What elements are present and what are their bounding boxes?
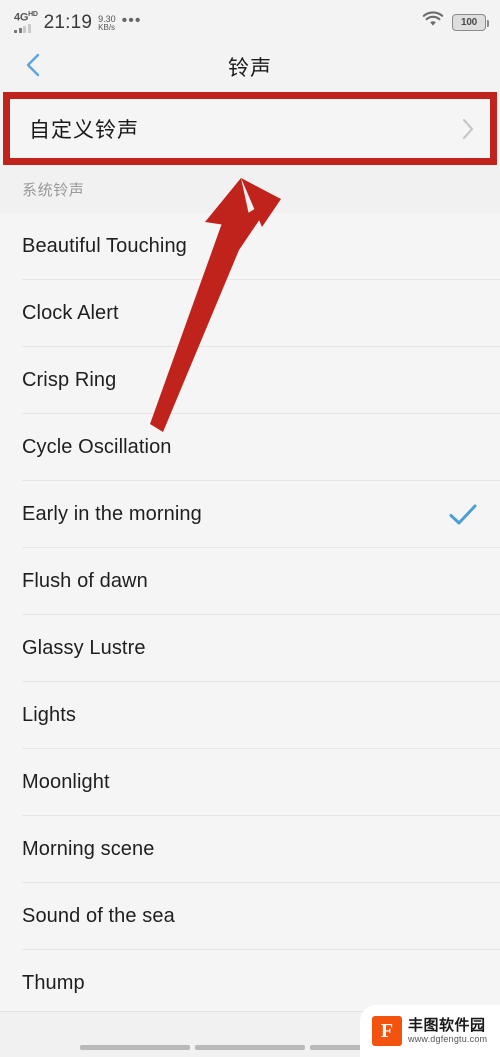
ringtone-name-label: Thump	[22, 972, 85, 994]
watermark-logo-glyph: F	[380, 1020, 394, 1042]
ringtone-name-label: Cycle Oscillation	[22, 436, 172, 458]
network-type-sup: HD	[28, 10, 38, 18]
back-button[interactable]	[18, 52, 48, 82]
status-overflow-icon: •••	[121, 12, 142, 30]
list-item[interactable]: Glassy Lustre	[0, 615, 500, 682]
list-item[interactable]: Flush of dawn	[0, 548, 500, 615]
ringtone-name-label: Early in the morning	[22, 503, 202, 525]
list-item[interactable]: Beautiful Touching	[0, 213, 500, 280]
battery-level-label: 100	[460, 16, 478, 28]
ringtone-name-label: Crisp Ring	[22, 369, 117, 391]
status-bar-left: 4GHD 21:19 9.30 KB/s •••	[14, 11, 141, 34]
status-bar-right: 100	[422, 11, 489, 33]
ringtone-name-label: Clock Alert	[22, 302, 119, 324]
list-item[interactable]: Clock Alert	[0, 280, 500, 347]
ringtone-name-label: Glassy Lustre	[22, 637, 146, 659]
section-header-label: 系统铃声	[22, 181, 85, 199]
signal-bars-icon	[14, 24, 31, 34]
section-header-system-ringtones: 系统铃声	[0, 165, 500, 213]
list-item[interactable]: Early in the morning	[0, 481, 500, 548]
list-item[interactable]: Morning scene	[0, 816, 500, 883]
chevron-left-icon	[23, 52, 43, 83]
ringtone-name-label: Flush of dawn	[22, 570, 148, 592]
list-item[interactable]: Sound of the sea	[0, 883, 500, 950]
ringtone-name-label: Morning scene	[22, 838, 155, 860]
watermark: F 丰图软件园 www.dgfengtu.com	[360, 1005, 500, 1057]
signal-icon: 4GHD	[14, 11, 38, 34]
ringtone-name-label: Sound of the sea	[22, 905, 175, 927]
data-rate-unit: KB/s	[98, 22, 116, 32]
list-item[interactable]: Moonlight	[0, 749, 500, 816]
wifi-icon	[422, 11, 444, 33]
custom-ringtone-label: 自定义铃声	[29, 118, 139, 142]
data-rate-indicator: 9.30 KB/s	[98, 14, 116, 33]
nav-back-button[interactable]	[80, 1045, 190, 1050]
ringtone-name-label: Beautiful Touching	[22, 235, 187, 257]
clock-label: 21:19	[43, 12, 93, 34]
watermark-text: 丰图软件园 www.dgfengtu.com	[408, 1017, 487, 1045]
custom-ringtone-row[interactable]: 自定义铃声	[10, 99, 490, 158]
title-bar: 铃声	[0, 44, 500, 90]
list-item[interactable]: Crisp Ring	[0, 347, 500, 414]
watermark-site-name: 丰图软件园	[408, 1017, 486, 1035]
watermark-logo-icon: F	[372, 1016, 402, 1046]
check-icon	[448, 503, 478, 527]
network-type-label: 4G	[14, 11, 29, 24]
phone-screen: 4GHD 21:19 9.30 KB/s ••• 100 铃声 自定义铃声 系统…	[0, 0, 500, 1057]
battery-icon: 100	[452, 13, 489, 31]
list-item[interactable]: Lights	[0, 682, 500, 749]
watermark-site-url: www.dgfengtu.com	[408, 1034, 488, 1045]
chevron-right-icon	[460, 116, 476, 142]
custom-ringtone-highlight: 自定义铃声	[3, 92, 497, 165]
status-bar: 4GHD 21:19 9.30 KB/s ••• 100	[0, 0, 500, 44]
list-item[interactable]: Cycle Oscillation	[0, 414, 500, 481]
page-title: 铃声	[228, 57, 272, 80]
nav-home-button[interactable]	[195, 1045, 305, 1050]
ringtone-list: Beautiful Touching Clock Alert Crisp Ring C…	[0, 213, 500, 1017]
ringtone-name-label: Moonlight	[22, 771, 110, 793]
ringtone-name-label: Lights	[22, 704, 76, 726]
